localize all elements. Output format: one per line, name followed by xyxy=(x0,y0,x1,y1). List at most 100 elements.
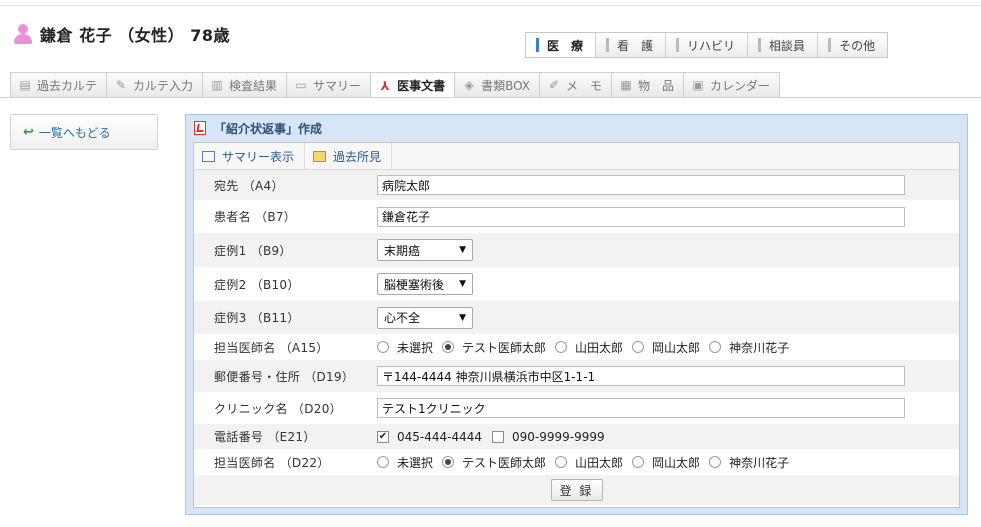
document-form-panel: 「紹介状返事」作成 サマリー表示 過去所見 宛先 （A4） 患者名 （B7） 症… xyxy=(185,114,968,515)
pdf-icon xyxy=(194,121,206,135)
case1-select[interactable]: 末期癌 ▼ xyxy=(377,239,473,261)
category-other[interactable]: その他 xyxy=(818,33,888,57)
doctor-a15-label: 担当医師名 （A15） xyxy=(214,340,329,355)
back-button-label: 一覧へもどる xyxy=(38,125,111,140)
row-patient-name: 患者名 （B7） xyxy=(194,200,959,233)
main-tabs: ▤ 過去カルテ ✎ カルテ入力 ▥ 検査結果 ▭ サマリー ⅄ 医事文書 ◈ 書類BOX ✐… xyxy=(10,72,781,98)
radio-button[interactable] xyxy=(377,456,389,468)
phone-option[interactable]: ✔ 045-444-4444 xyxy=(377,430,482,444)
doctor-d22-option[interactable]: 山田太郎 xyxy=(555,454,623,471)
pen-icon: ✐ xyxy=(548,78,560,92)
return-arrow-icon: ↩ xyxy=(23,124,34,140)
tab-karte-input[interactable]: ✎ カルテ入力 xyxy=(106,72,204,97)
pdf-icon: ⅄ xyxy=(380,78,390,93)
clinic-input[interactable] xyxy=(377,398,905,418)
radio-button[interactable] xyxy=(632,456,645,468)
recipient-input[interactable] xyxy=(377,175,905,195)
patient-name-input[interactable] xyxy=(377,206,905,227)
bar-chart-icon: ▥ xyxy=(211,78,223,92)
phone-value: 045-444-4444 xyxy=(397,429,483,444)
category-label: その他 xyxy=(839,38,876,53)
phone-option[interactable]: 090-9999-9999 xyxy=(492,430,605,444)
past-findings-label: 過去所見 xyxy=(333,149,382,164)
register-button[interactable]: 登 録 xyxy=(550,479,603,501)
doctor-a15-option[interactable]: テスト医師太郎 xyxy=(442,339,546,356)
tab-label: 過去カルテ xyxy=(37,78,98,93)
panel-title-text: 「紹介状返事」作成 xyxy=(214,121,323,136)
dropdown-arrow-icon: ▼ xyxy=(459,312,466,323)
basket-icon: ▦ xyxy=(620,78,632,92)
document-list-icon: ▤ xyxy=(19,78,31,92)
doctor-a15-option[interactable]: 未選択 xyxy=(377,339,433,356)
row-doctor-d22: 担当医師名 （D22） 未選択 テスト医師太郎 山田太郎 岡山太郎 神奈川花子 xyxy=(194,449,959,475)
show-summary-label: サマリー表示 xyxy=(222,149,295,164)
case2-select[interactable]: 脳梗塞術後 ▼ xyxy=(377,273,473,295)
option-label: 岡山太郎 xyxy=(652,455,701,470)
box-icon: ◈ xyxy=(464,78,474,92)
tab-label: メ モ xyxy=(566,78,603,93)
option-label: テスト医師太郎 xyxy=(462,455,547,470)
show-summary-button[interactable]: サマリー表示 xyxy=(194,143,306,169)
radio-button[interactable] xyxy=(377,341,389,353)
radio-button[interactable] xyxy=(632,341,645,353)
summary-icon: ▭ xyxy=(295,78,307,92)
calendar-icon: ▣ xyxy=(692,78,704,92)
case2-value: 脳梗塞術後 xyxy=(384,277,445,292)
tab-calendar[interactable]: ▣ カレンダー xyxy=(683,72,781,97)
radio-button[interactable] xyxy=(709,456,722,468)
phone-label: 電話番号 （E21） xyxy=(214,430,316,444)
category-marker xyxy=(536,38,539,52)
case3-select[interactable]: 心不全 ▼ xyxy=(377,306,473,329)
doctor-a15-option[interactable]: 山田太郎 xyxy=(555,339,623,356)
category-nursing[interactable]: 看 護 xyxy=(596,33,667,57)
category-counselor[interactable]: 相談員 xyxy=(748,33,819,57)
tab-test-results[interactable]: ▥ 検査結果 xyxy=(202,72,288,97)
radio-button[interactable] xyxy=(555,456,568,468)
row-address: 郵便番号・住所 （D19） xyxy=(194,360,959,392)
doctor-d22-option[interactable]: テスト医師太郎 xyxy=(442,454,546,471)
submit-row: 登 録 xyxy=(194,475,959,505)
row-case3: 症例3 （B11） 心不全 ▼ xyxy=(194,301,959,334)
category-switcher: 医 療 看 護 リハビリ 相談員 その他 xyxy=(525,32,889,58)
doctor-a15-option[interactable]: 岡山太郎 xyxy=(632,339,700,356)
category-label: 看 護 xyxy=(617,38,654,53)
case3-label: 症例3 （B11） xyxy=(214,311,300,325)
category-medical[interactable]: 医 療 xyxy=(526,33,597,57)
tab-medical-documents[interactable]: ⅄ 医事文書 xyxy=(370,72,456,98)
radio-button-selected[interactable] xyxy=(442,341,455,353)
tab-divider xyxy=(0,97,981,98)
case1-label: 症例1 （B9） xyxy=(214,243,292,258)
category-label: 相談員 xyxy=(769,38,806,53)
tab-summary[interactable]: ▭ サマリー xyxy=(286,72,372,97)
category-marker xyxy=(758,38,762,52)
checkbox-checked[interactable]: ✔ xyxy=(377,430,389,443)
tab-memo[interactable]: ✐ メ モ xyxy=(539,72,613,97)
doctor-a15-option[interactable]: 神奈川花子 xyxy=(709,339,789,356)
tab-supplies[interactable]: ▦ 物 品 xyxy=(611,72,685,97)
dropdown-arrow-icon: ▼ xyxy=(459,245,466,255)
case1-value: 末期癌 xyxy=(384,243,421,258)
clinic-label: クリニック名 （D20） xyxy=(214,401,342,416)
checkbox[interactable] xyxy=(492,430,505,443)
doctor-d22-option[interactable]: 神奈川花子 xyxy=(709,454,789,471)
tab-document-box[interactable]: ◈ 書類BOX xyxy=(454,72,540,97)
radio-button[interactable] xyxy=(555,341,568,353)
past-findings-button[interactable]: 過去所見 xyxy=(305,143,393,169)
option-label: 未選択 xyxy=(397,340,434,355)
tab-label: 書類BOX xyxy=(481,78,530,93)
back-to-list-button[interactable]: ↩ 一覧へもどる xyxy=(10,114,158,150)
option-label: 山田太郎 xyxy=(575,340,624,355)
tab-past-karte[interactable]: ▤ 過去カルテ xyxy=(10,72,108,97)
radio-button-selected[interactable] xyxy=(442,456,455,468)
category-rehab[interactable]: リハビリ xyxy=(666,33,749,57)
doctor-d22-option[interactable]: 岡山太郎 xyxy=(632,454,700,471)
tab-label: 医事文書 xyxy=(397,79,446,93)
category-label: 医 療 xyxy=(547,38,584,53)
radio-button[interactable] xyxy=(709,341,722,353)
case3-value: 心不全 xyxy=(384,311,421,325)
address-input[interactable] xyxy=(377,366,905,386)
doctor-d22-option[interactable]: 未選択 xyxy=(377,454,433,471)
panel-title: 「紹介状返事」作成 xyxy=(194,120,322,136)
option-label: 山田太郎 xyxy=(575,455,624,470)
folder-arrow-icon xyxy=(313,150,327,162)
